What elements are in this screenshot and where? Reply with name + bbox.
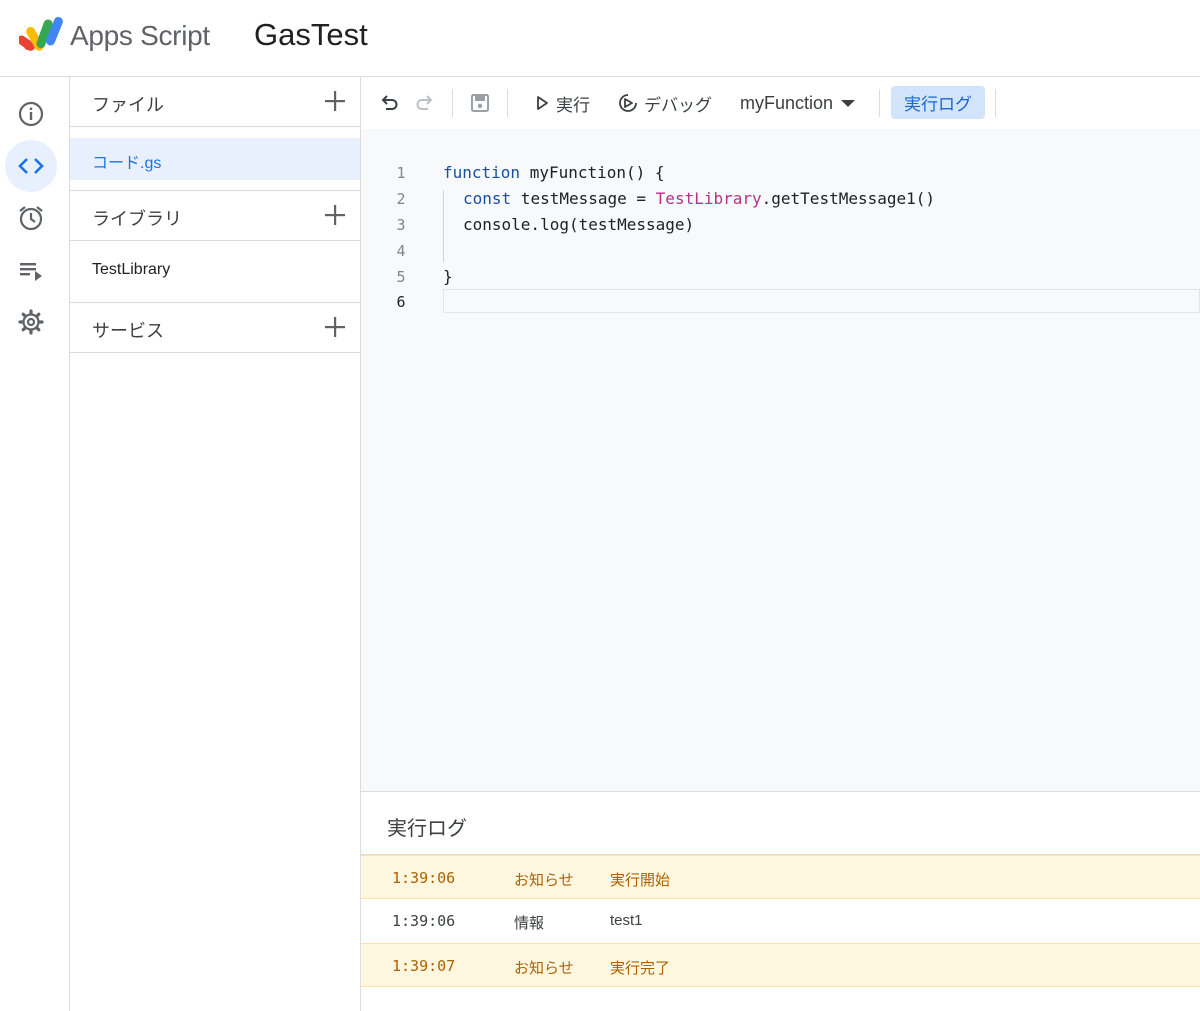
log-row: 1:39:07 お知らせ 実行完了 xyxy=(361,943,1200,987)
project-title[interactable]: GasTest xyxy=(254,17,368,53)
libraries-section-label: ライブラリ xyxy=(92,209,182,229)
line-number: 5 xyxy=(396,268,406,286)
code-keyword: function xyxy=(443,163,521,182)
log-message: test1 xyxy=(610,912,643,929)
playlist-play-icon xyxy=(20,263,42,281)
execution-log-title: 実行ログ xyxy=(387,818,467,840)
code-text: testMessage = xyxy=(511,189,656,208)
line-number: 2 xyxy=(396,190,406,208)
line-number-active: 6 xyxy=(396,293,406,311)
log-level: お知らせ xyxy=(514,872,574,889)
services-section-header: サービス xyxy=(70,302,360,353)
dropdown-arrow-icon xyxy=(841,100,856,107)
code-line-5: } xyxy=(443,267,453,286)
code-keyword: const xyxy=(463,189,512,208)
line-number: 4 xyxy=(396,242,406,260)
code-line-1: function myFunction() { xyxy=(443,163,665,182)
library-item-label: TestLibrary xyxy=(92,261,171,278)
log-time: 1:39:06 xyxy=(392,869,456,887)
files-section-label: ファイル xyxy=(92,95,164,115)
line-number: 3 xyxy=(396,216,406,234)
rail-settings-button[interactable] xyxy=(5,296,57,348)
apps-script-logo[interactable] xyxy=(19,16,63,52)
log-row: 1:39:06 お知らせ 実行開始 xyxy=(361,855,1200,899)
log-message: 実行完了 xyxy=(610,960,671,977)
toolbar-divider xyxy=(879,89,880,117)
alarm-icon xyxy=(19,206,43,231)
save-icon xyxy=(471,94,489,112)
undo-icon xyxy=(381,95,398,110)
play-icon xyxy=(537,96,548,110)
code-text: myFunction() { xyxy=(520,163,665,182)
rail-executions-button[interactable] xyxy=(5,244,57,296)
redo-button[interactable] xyxy=(414,77,436,129)
add-service-icon[interactable] xyxy=(322,314,348,340)
log-time: 1:39:07 xyxy=(392,957,456,975)
code-library-ref: TestLibrary xyxy=(655,189,762,208)
debug-button[interactable]: デバッグ xyxy=(617,77,712,129)
run-label: 実行 xyxy=(556,95,590,115)
debug-icon xyxy=(619,94,637,112)
log-message: 実行開始 xyxy=(610,872,671,889)
code-icon xyxy=(18,158,44,174)
current-line-highlight xyxy=(443,289,1200,313)
log-level: 情報 xyxy=(514,915,545,932)
log-level: お知らせ xyxy=(514,960,574,977)
rail-overview-button[interactable] xyxy=(5,88,57,140)
function-select[interactable]: myFunction xyxy=(740,77,857,129)
code-line-3: console.log(testMessage) xyxy=(463,215,695,234)
line-number: 1 xyxy=(396,164,406,182)
nav-rail xyxy=(0,77,70,1011)
file-item-label: コード.gs xyxy=(92,155,162,172)
run-button[interactable]: 実行 xyxy=(533,77,590,129)
indent-guide xyxy=(443,190,444,262)
log-row: 1:39:06 情報 test1 xyxy=(361,899,1200,943)
libraries-section-header: ライブラリ xyxy=(70,190,360,241)
toolbar-divider xyxy=(995,89,996,117)
save-button[interactable] xyxy=(469,77,491,129)
execution-log-button[interactable]: 実行ログ xyxy=(891,86,985,119)
services-section-label: サービス xyxy=(92,321,164,341)
files-panel: ファイル コード.gs ライブラリ TestLibrary サービス xyxy=(70,77,361,1011)
execution-log-label: 実行ログ xyxy=(904,95,972,114)
execution-log-panel: 実行ログ 1:39:06 お知らせ 実行開始 1:39:06 情報 test1 … xyxy=(361,791,1200,1011)
editor-toolbar: 実行 デバッグ myFunction 実行ログ xyxy=(361,77,1200,129)
code-line-2: const testMessage = TestLibrary.getTestM… xyxy=(463,189,935,208)
toolbar-divider xyxy=(507,89,508,117)
files-section-header: ファイル xyxy=(70,77,360,127)
app-name[interactable]: Apps Script xyxy=(70,20,210,52)
code-editor[interactable]: 1 2 3 4 5 6 function myFunction() { cons… xyxy=(361,129,1200,791)
add-file-icon[interactable] xyxy=(322,88,348,114)
rail-editor-button[interactable] xyxy=(5,140,57,192)
toolbar-divider xyxy=(452,89,453,117)
log-time: 1:39:06 xyxy=(392,912,456,930)
info-icon xyxy=(18,101,44,127)
gear-icon xyxy=(18,309,44,335)
rail-triggers-button[interactable] xyxy=(5,192,57,244)
undo-button[interactable] xyxy=(378,77,400,129)
add-library-icon[interactable] xyxy=(322,202,348,228)
function-select-value: myFunction xyxy=(740,92,834,113)
code-text: .getTestMessage1() xyxy=(761,189,936,208)
app-header: Apps Script GasTest xyxy=(0,0,1200,77)
debug-label: デバッグ xyxy=(644,95,712,115)
library-item-testlibrary[interactable]: TestLibrary xyxy=(70,250,360,292)
redo-icon xyxy=(416,95,433,110)
file-item-code-gs[interactable]: コード.gs xyxy=(70,138,360,180)
